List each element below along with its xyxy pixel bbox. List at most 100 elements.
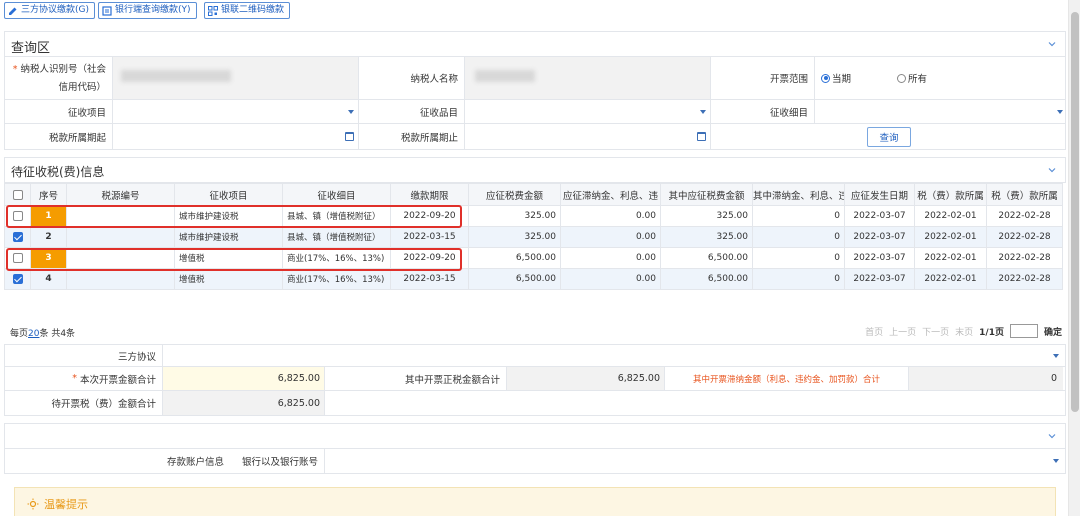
collection-subitem-select[interactable] bbox=[815, 100, 1067, 123]
table-row[interactable]: 3 增值税 商业(17%、16%、13%) 2022-09-20 6,500.00 0.0… bbox=[4, 247, 1063, 269]
bank-query-payment-label: 银行端查询缴款(Y) bbox=[115, 5, 191, 15]
cell-amount: 6,500.00 bbox=[468, 268, 561, 290]
next-page-link[interactable]: 下一页 bbox=[922, 325, 949, 338]
col-header: 序号 bbox=[30, 183, 67, 206]
deposit-account-label: 存款账户信息 bbox=[166, 457, 224, 468]
row-checkbox[interactable] bbox=[12, 210, 23, 221]
late-total-value: 0 bbox=[909, 367, 1063, 390]
col-header: 应征发生日期 bbox=[844, 183, 915, 206]
cell-src bbox=[66, 226, 175, 248]
lightbulb-icon bbox=[27, 498, 39, 510]
cell-item: 增值税 bbox=[174, 268, 283, 290]
period-end-input[interactable] bbox=[465, 124, 711, 149]
cell-late: 0.00 bbox=[560, 268, 661, 290]
cell-src bbox=[66, 247, 175, 269]
collection-item-label: 征收项目 bbox=[5, 100, 113, 123]
period-start-input[interactable] bbox=[113, 124, 359, 149]
cell-late: 0.00 bbox=[560, 205, 661, 227]
scrollbar-thumb[interactable] bbox=[1071, 12, 1079, 412]
period-start-label: 税款所属期起 bbox=[5, 124, 113, 149]
bank-account-select[interactable] bbox=[325, 449, 1063, 473]
calendar-icon[interactable] bbox=[697, 131, 706, 141]
page-jump-confirm[interactable]: 确定 bbox=[1044, 325, 1062, 338]
row-checkbox-cell bbox=[4, 247, 31, 269]
tripartite-payment-button[interactable]: 三方协议缴款(G) bbox=[4, 2, 95, 19]
deposit-account-row: 存款账户信息 银行以及银行账号 bbox=[4, 449, 1066, 474]
cell-no: 4 bbox=[30, 268, 67, 290]
page-scrollbar[interactable] bbox=[1068, 0, 1080, 516]
select-all-checkbox[interactable] bbox=[12, 189, 23, 200]
select-all-cell[interactable] bbox=[4, 183, 31, 206]
table-row[interactable]: 1 城市维护建设税 县城、镇（增值税附征） 2022-09-20 325.00 0.00 3… bbox=[4, 205, 1063, 227]
dropdown-arrow-icon bbox=[348, 109, 354, 114]
cell-from: 2022-02-01 bbox=[914, 268, 987, 290]
prev-page-link[interactable]: 上一页 bbox=[889, 325, 916, 338]
cell-late2: 0 bbox=[752, 268, 845, 290]
invoice-total-row: * 本次开票金额合计 6,825.00 其中开票正税金额合计 6,825.00 其… bbox=[4, 367, 1066, 391]
chevron-down-icon[interactable] bbox=[1047, 39, 1057, 49]
late-total-label: 其中开票滞纳金额（利息、违约金、加罚款）合计 bbox=[665, 367, 909, 390]
cell-tax-amt: 6,500.00 bbox=[660, 268, 753, 290]
row-checkbox[interactable] bbox=[12, 231, 23, 242]
query-section-header[interactable]: 查询区 bbox=[4, 31, 1066, 57]
last-page-link[interactable]: 末页 bbox=[955, 325, 973, 338]
calendar-icon[interactable] bbox=[345, 131, 354, 141]
query-row-2: 征收项目 征收品目 征收细目 bbox=[4, 100, 1066, 124]
query-row-1: * 纳税人识别号（社会信用代码） 纳税人名称 开票范围 当期 所有 bbox=[4, 57, 1066, 100]
first-page-link[interactable]: 首页 bbox=[865, 325, 883, 338]
query-button[interactable]: 查询 bbox=[867, 127, 911, 147]
cell-sub: 商业(17%、16%、13%) bbox=[282, 268, 391, 290]
cell-date: 2022-03-07 bbox=[844, 205, 915, 227]
tripartite-payment-label: 三方协议缴款(G) bbox=[21, 5, 89, 15]
cell-date: 2022-03-07 bbox=[844, 268, 915, 290]
chevron-down-icon[interactable] bbox=[1047, 431, 1057, 441]
collection-item-select[interactable] bbox=[113, 100, 359, 123]
page-jump-input[interactable] bbox=[1009, 324, 1038, 338]
table-row[interactable]: 4 增值税 商业(17%、16%、13%) 2022-03-15 6,500.00 0.0… bbox=[4, 268, 1063, 290]
dropdown-arrow-icon bbox=[1057, 109, 1063, 114]
cell-to: 2022-02-28 bbox=[986, 205, 1063, 227]
bank-query-payment-button[interactable]: 银行端查询缴款(Y) bbox=[98, 2, 197, 19]
cell-late: 0.00 bbox=[560, 247, 661, 269]
agreement-select[interactable] bbox=[163, 345, 1063, 366]
unionpay-qr-payment-button[interactable]: 银联二维码缴款 bbox=[204, 2, 291, 19]
row-checkbox[interactable] bbox=[12, 252, 23, 263]
cell-sub: 县城、镇（增值税附征） bbox=[282, 226, 391, 248]
cell-amount: 325.00 bbox=[468, 226, 561, 248]
pending-section-header[interactable]: 待征收税(费)信息 bbox=[4, 157, 1066, 183]
chevron-down-icon[interactable] bbox=[1047, 165, 1057, 175]
row-checkbox[interactable] bbox=[12, 273, 23, 284]
document-icon bbox=[102, 5, 112, 16]
invoice-range-options: 当期 所有 bbox=[815, 57, 1067, 99]
page-info: 1/1页 bbox=[979, 327, 1004, 338]
cell-deadline: 2022-09-20 bbox=[390, 205, 469, 227]
row-checkbox-cell bbox=[4, 268, 31, 290]
radio-current-period[interactable]: 当期 bbox=[821, 71, 851, 85]
deposit-section-header[interactable] bbox=[4, 423, 1066, 449]
pending-tax-table: 序号 税源编号 征收项目 征收细目 缴款期限 应征税费金额 应征滞纳金、利息、违… bbox=[4, 183, 1063, 290]
dropdown-arrow-icon bbox=[1053, 459, 1059, 463]
deposit-labels: 存款账户信息 银行以及银行账号 bbox=[5, 449, 325, 473]
period-end-label: 税款所属期止 bbox=[359, 124, 465, 149]
col-header: 缴款期限 bbox=[390, 183, 469, 206]
cell-deadline: 2022-03-15 bbox=[390, 226, 469, 248]
cell-src bbox=[66, 205, 175, 227]
cell-tax-amt: 6,500.00 bbox=[660, 247, 753, 269]
col-header: 应征税费金额 bbox=[468, 183, 561, 206]
page-size-link[interactable]: 20 bbox=[28, 329, 39, 339]
pending-total-label: 待开票税（费）金额合计 bbox=[5, 391, 163, 415]
table-row[interactable]: 2 城市维护建设税 县城、镇（增值税附征） 2022-03-15 325.00 0.00 3… bbox=[4, 226, 1063, 248]
tips-panel: 温馨提示 bbox=[14, 487, 1056, 516]
dropdown-arrow-icon bbox=[1053, 353, 1059, 358]
cell-src bbox=[66, 268, 175, 290]
cell-late2: 0 bbox=[752, 205, 845, 227]
agreement-label: 三方协议 bbox=[5, 345, 163, 366]
collection-subitem-label: 征收细目 bbox=[711, 100, 815, 123]
radio-all-periods[interactable]: 所有 bbox=[897, 71, 927, 85]
cell-item: 城市维护建设税 bbox=[174, 205, 283, 227]
cell-date: 2022-03-07 bbox=[844, 226, 915, 248]
cell-to: 2022-02-28 bbox=[986, 247, 1063, 269]
cell-late2: 0 bbox=[752, 247, 845, 269]
pending-section-title: 待征收税(费)信息 bbox=[11, 165, 105, 179]
collection-category-select[interactable] bbox=[465, 100, 711, 123]
